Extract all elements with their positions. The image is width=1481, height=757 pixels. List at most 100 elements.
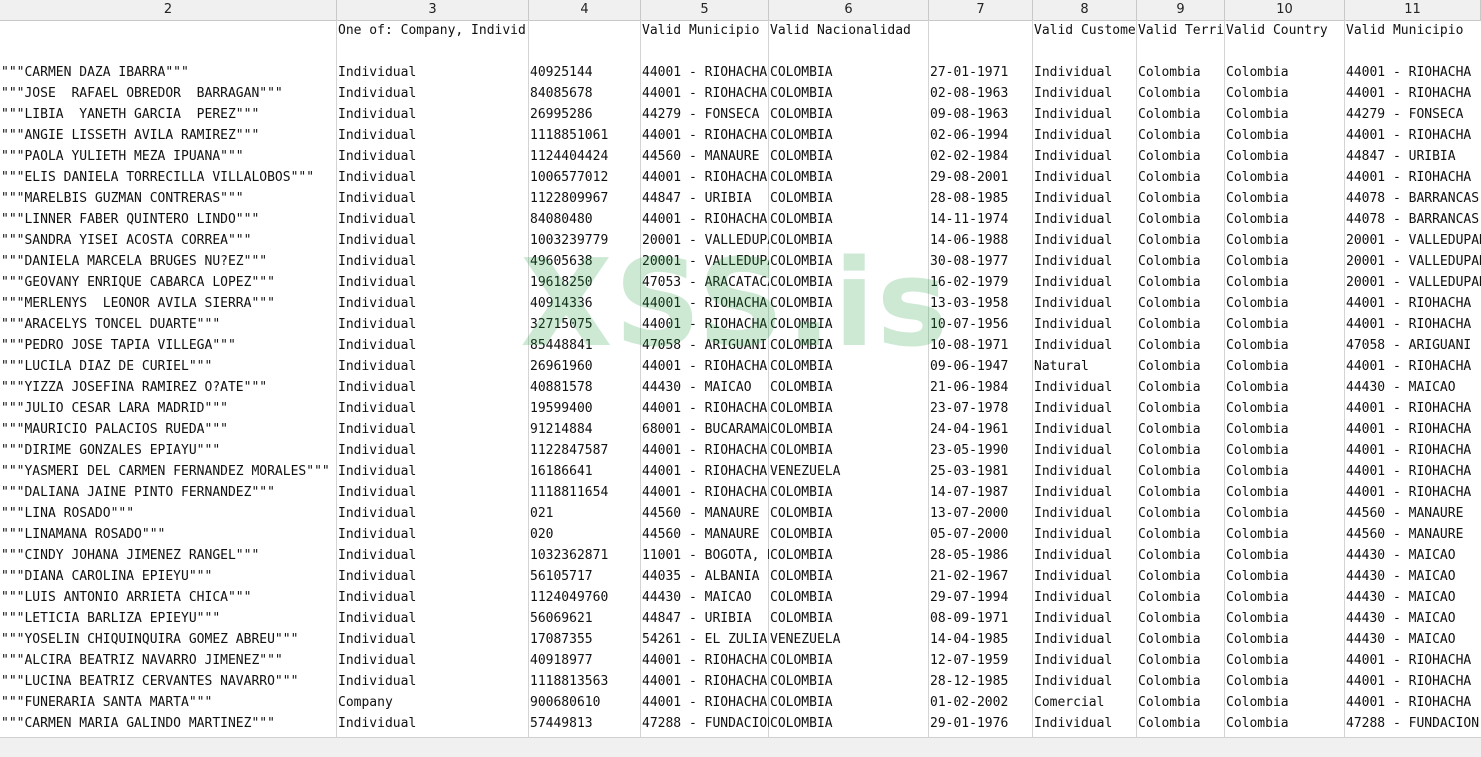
table-cell[interactable]: 44430 - MAICAO [1345, 608, 1481, 629]
table-cell[interactable]: 28-08-1985 [929, 188, 1033, 209]
table-cell[interactable]: Individual [1033, 230, 1137, 251]
table-cell[interactable]: Individual [337, 503, 529, 524]
table-cell[interactable]: COLOMBIA [769, 125, 929, 146]
column-header[interactable]: 6 [769, 0, 929, 20]
table-cell[interactable]: Company [337, 692, 529, 713]
table-cell[interactable]: 20001 - VALLEDUPAR [1345, 230, 1481, 251]
table-cell[interactable]: 44001 - RIOHACHA [641, 440, 769, 461]
table-cell[interactable]: COLOMBIA [769, 503, 929, 524]
table-cell[interactable]: 44001 - RIOHACHA [1345, 461, 1481, 482]
table-cell[interactable]: """PEDRO JOSE TAPIA VILLEGA""" [0, 335, 337, 356]
table-cell[interactable]: 32715075 [529, 314, 641, 335]
table-cell[interactable]: """DIANA CAROLINA EPIEYU""" [0, 566, 337, 587]
table-cell[interactable]: Individual [337, 608, 529, 629]
column-header[interactable]: 5 [641, 0, 769, 20]
table-cell[interactable]: 47288 - FUNDACION [1345, 713, 1481, 734]
table-cell[interactable]: 44430 - MAICAO [641, 587, 769, 608]
table-cell[interactable]: 40918977 [529, 650, 641, 671]
table-cell[interactable]: Colombia [1137, 314, 1225, 335]
table-cell[interactable]: Individual [337, 671, 529, 692]
table-cell[interactable]: Colombia [1137, 335, 1225, 356]
label-cell[interactable]: Valid Custome [1033, 20, 1137, 41]
column-header[interactable]: 4 [529, 0, 641, 20]
table-cell[interactable]: 02-06-1994 [929, 125, 1033, 146]
table-cell[interactable]: 44035 - ALBANIA [641, 566, 769, 587]
table-cell[interactable]: Colombia [1137, 83, 1225, 104]
table-cell[interactable]: 09-08-1963 [929, 104, 1033, 125]
table-cell[interactable]: 20001 - VALLEDUPAR [1345, 251, 1481, 272]
table-cell[interactable]: """JOSE RAFAEL OBREDOR BARRAGAN""" [0, 83, 337, 104]
table-cell[interactable]: Colombia [1225, 146, 1345, 167]
table-cell[interactable]: Colombia [1137, 629, 1225, 650]
table-cell[interactable]: Individual [337, 629, 529, 650]
table-cell[interactable]: Individual [337, 398, 529, 419]
table-cell[interactable]: Colombia [1137, 167, 1225, 188]
table-cell[interactable]: """LIBIA YANETH GARCIA PEREZ""" [0, 104, 337, 125]
table-cell[interactable]: Individual [1033, 314, 1137, 335]
table-cell[interactable]: """MAURICIO PALACIOS RUEDA""" [0, 419, 337, 440]
table-cell[interactable]: 17087355 [529, 629, 641, 650]
table-cell[interactable]: 1118813563 [529, 671, 641, 692]
table-cell[interactable]: COLOMBIA [769, 650, 929, 671]
table-cell[interactable]: 29-08-2001 [929, 167, 1033, 188]
table-cell[interactable]: Individual [337, 650, 529, 671]
table-cell[interactable]: Colombia [1225, 104, 1345, 125]
table-cell[interactable]: Colombia [1225, 314, 1345, 335]
table-cell[interactable]: Individual [337, 545, 529, 566]
table-cell[interactable]: COLOMBIA [769, 440, 929, 461]
table-cell[interactable]: """SANDRA YISEI ACOSTA CORREA""" [0, 230, 337, 251]
table-cell[interactable]: """LUCINA BEATRIZ CERVANTES NAVARRO""" [0, 671, 337, 692]
table-cell[interactable]: """PAOLA YULIETH MEZA IPUANA""" [0, 146, 337, 167]
table-cell[interactable]: COLOMBIA [769, 377, 929, 398]
table-cell[interactable]: Individual [1033, 104, 1137, 125]
table-cell[interactable]: """ARACELYS TONCEL DUARTE""" [0, 314, 337, 335]
table-cell[interactable]: COLOMBIA [769, 230, 929, 251]
table-cell[interactable]: 44847 - URIBIA [1345, 146, 1481, 167]
table-cell[interactable]: COLOMBIA [769, 482, 929, 503]
table-cell[interactable]: 21-06-1984 [929, 377, 1033, 398]
label-cell[interactable] [0, 20, 337, 41]
label-cell[interactable] [529, 20, 641, 41]
table-cell[interactable]: 10-07-1956 [929, 314, 1033, 335]
table-cell[interactable]: Colombia [1137, 503, 1225, 524]
table-cell[interactable]: Colombia [1137, 188, 1225, 209]
table-cell[interactable]: 44430 - MAICAO [1345, 545, 1481, 566]
table-cell[interactable]: """DIRIME GONZALES EPIAYU""" [0, 440, 337, 461]
table-cell[interactable]: 44001 - RIOHACHA [1345, 314, 1481, 335]
table-cell[interactable]: Individual [1033, 650, 1137, 671]
table-cell[interactable]: 14-11-1974 [929, 209, 1033, 230]
label-cell[interactable]: One of: Company, Individ [337, 20, 529, 41]
table-cell[interactable]: 44001 - RIOHACHA [641, 83, 769, 104]
table-cell[interactable]: Individual [1033, 545, 1137, 566]
table-cell[interactable]: 44001 - RIOHACHA [1345, 167, 1481, 188]
table-cell[interactable]: Individual [1033, 587, 1137, 608]
table-cell[interactable]: Individual [337, 461, 529, 482]
table-cell[interactable]: """LUIS ANTONIO ARRIETA CHICA""" [0, 587, 337, 608]
table-cell[interactable]: COLOMBIA [769, 62, 929, 83]
table-cell[interactable]: Individual [1033, 209, 1137, 230]
table-cell[interactable]: 13-07-2000 [929, 503, 1033, 524]
table-cell[interactable]: 44001 - RIOHACHA [1345, 671, 1481, 692]
column-header[interactable]: 9 [1137, 0, 1225, 20]
table-cell[interactable]: 44430 - MAICAO [641, 377, 769, 398]
table-cell[interactable]: 29-07-1994 [929, 587, 1033, 608]
table-cell[interactable]: 44001 - RIOHACHA [1345, 293, 1481, 314]
table-cell[interactable]: 05-07-2000 [929, 524, 1033, 545]
table-cell[interactable]: Individual [1033, 629, 1137, 650]
table-cell[interactable]: 23-05-1990 [929, 440, 1033, 461]
table-cell[interactable]: Colombia [1225, 461, 1345, 482]
table-cell[interactable]: Individual [1033, 671, 1137, 692]
table-cell[interactable]: """ALCIRA BEATRIZ NAVARRO JIMENEZ""" [0, 650, 337, 671]
table-cell[interactable]: """CINDY JOHANA JIMENEZ RANGEL""" [0, 545, 337, 566]
table-cell[interactable]: Colombia [1225, 125, 1345, 146]
table-cell[interactable]: 40914336 [529, 293, 641, 314]
table-cell[interactable]: 20001 - VALLEDUPAR [641, 230, 769, 251]
table-cell[interactable]: """FUNERARIA SANTA MARTA""" [0, 692, 337, 713]
table-cell[interactable]: 44001 - RIOHACHA [641, 692, 769, 713]
table-cell[interactable]: Individual [337, 167, 529, 188]
table-cell[interactable]: 1124404424 [529, 146, 641, 167]
table-cell[interactable]: 44001 - RIOHACHA [641, 650, 769, 671]
table-cell[interactable]: Colombia [1225, 83, 1345, 104]
table-cell[interactable]: Individual [337, 230, 529, 251]
table-cell[interactable]: Colombia [1225, 503, 1345, 524]
